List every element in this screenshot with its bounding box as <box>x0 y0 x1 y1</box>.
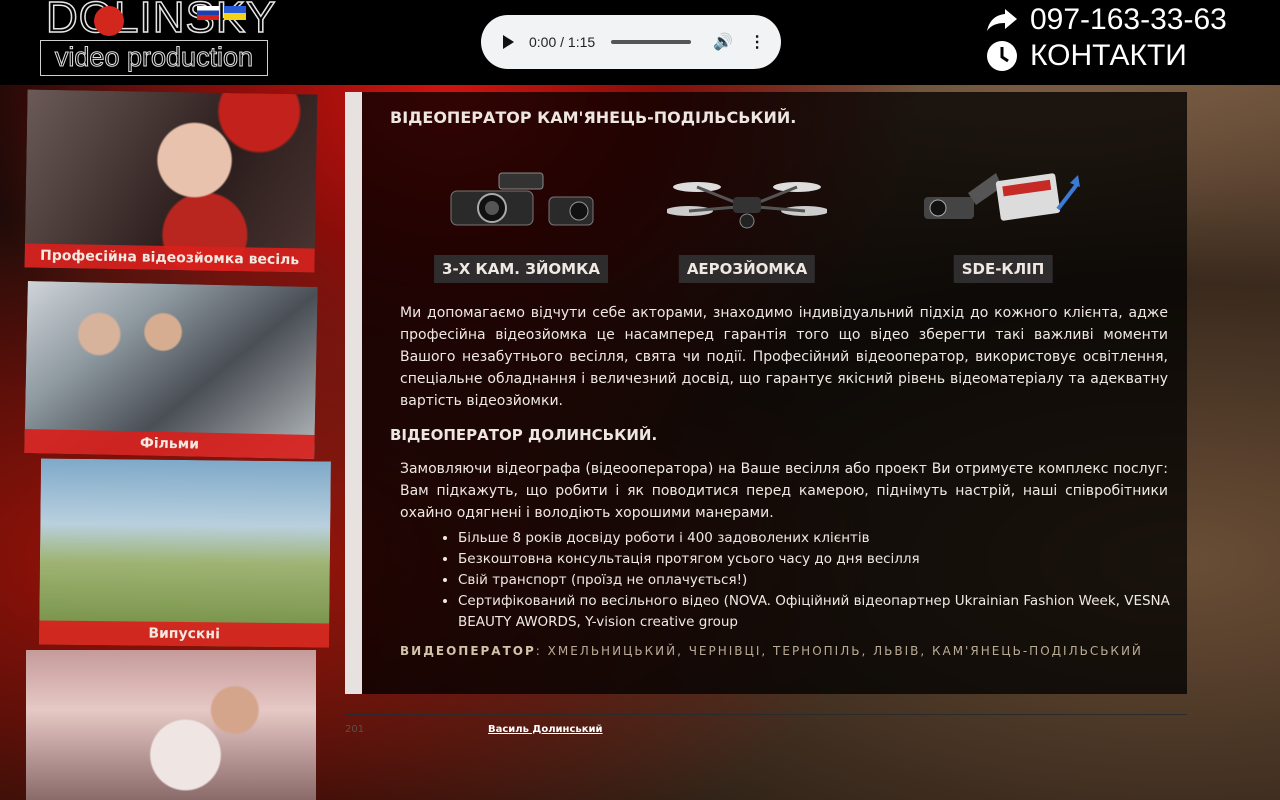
play-icon[interactable] <box>503 35 514 49</box>
cities-label: ВИДЕОПЕРАТОР <box>400 644 536 658</box>
top-bar: DOLINSKY video production 0:00 / 1:15 🔊 … <box>0 0 1280 85</box>
logo-red-dot <box>94 6 124 36</box>
site-logo[interactable]: DOLINSKY video production <box>40 0 276 78</box>
couple-swing-photo <box>26 650 316 800</box>
ukrainian-flag-icon[interactable] <box>224 6 246 20</box>
list-item: Сертифікований по весільного відео (NOVA… <box>458 591 1198 633</box>
graduation-photo <box>39 458 331 648</box>
audio-progress-bar[interactable] <box>611 40 692 44</box>
phone-link[interactable]: 097-163-33-63 <box>986 2 1227 38</box>
cities-line: ВИДЕОПЕРАТОР: ХМЕЛЬНИЦЬКИЙ, ЧЕРНІВЦІ, ТЕ… <box>400 640 1168 662</box>
drone-icon <box>652 162 842 242</box>
gallery-caption: Випускні <box>39 620 330 648</box>
services-paragraph: Замовляючи відеографа (відеооператора) н… <box>400 461 1168 521</box>
share-arrow-icon <box>986 4 1018 36</box>
clock-icon <box>986 40 1018 72</box>
footer-copyright: 201 <box>345 724 365 735</box>
volume-icon[interactable]: 🔊 <box>713 32 733 52</box>
service-three-camera[interactable]: 3-Х КАМ. ЗЙОМКА <box>426 162 616 283</box>
gallery-item-weddings[interactable]: Професійна відеозйомка весіль <box>24 89 318 273</box>
service-label: SDE-КЛІП <box>953 255 1053 283</box>
contacts-label: КОНТАКТИ <box>1030 39 1187 72</box>
russian-flag-icon[interactable] <box>197 6 219 20</box>
page-title: ВІДЕОПЕРАТОР КАМ'ЯНЕЦЬ-ПОДІЛЬСЬКИЙ. <box>390 108 797 127</box>
list-item: Більше 8 років досвіду роботи і 400 задо… <box>458 528 1198 549</box>
video-camera-icon <box>426 162 616 242</box>
footer-divider <box>345 714 1187 715</box>
gallery-item-swing[interactable] <box>26 650 316 800</box>
audio-player[interactable]: 0:00 / 1:15 🔊 ⋮ <box>481 15 781 69</box>
list-item: Безкоштовна консультація протягом усього… <box>458 549 1198 570</box>
service-label: 3-Х КАМ. ЗЙОМКА <box>434 255 608 283</box>
benefits-list: Більше 8 років досвіду роботи і 400 задо… <box>458 528 1198 633</box>
service-label: АЕРОЗЙОМКА <box>678 255 816 283</box>
clip-editing-icon <box>908 162 1098 242</box>
author-link[interactable]: Василь Долинський <box>488 724 603 735</box>
logo-subtitle: video production <box>40 40 268 76</box>
content-panel: ВІДЕОПЕРАТОР КАМ'ЯНЕЦЬ-ПОДІЛЬСЬКИЙ. 3-Х … <box>345 92 1187 694</box>
service-sde-clip[interactable]: SDE-КЛІП <box>908 162 1098 283</box>
service-aerial[interactable]: АЕРОЗЙОМКА <box>652 162 842 283</box>
contacts-link[interactable]: КОНТАКТИ <box>986 38 1187 74</box>
section-subtitle: ВІДЕОПЕРАТОР ДОЛИНСЬКИЙ. <box>390 426 658 444</box>
audio-time: 0:00 / 1:15 <box>529 34 596 50</box>
intro-paragraph: Ми допомагаємо відчути себе акторами, зн… <box>400 305 1168 409</box>
gallery-item-films[interactable]: Фільми <box>24 280 318 460</box>
gallery-caption: Фільми <box>24 428 315 460</box>
cities-list: : ХМЕЛЬНИЦЬКИЙ, ЧЕРНІВЦІ, ТЕРНОПІЛЬ, ЛЬВ… <box>535 644 1143 658</box>
more-options-icon[interactable]: ⋮ <box>749 32 765 52</box>
list-item: Свій транспорт (проїзд не оплачується!) <box>458 570 1198 591</box>
phone-number: 097-163-33-63 <box>1030 3 1227 36</box>
gallery-item-graduations[interactable]: Випускні <box>39 458 331 648</box>
gallery-caption: Професійна відеозйомка весіль <box>24 243 315 273</box>
